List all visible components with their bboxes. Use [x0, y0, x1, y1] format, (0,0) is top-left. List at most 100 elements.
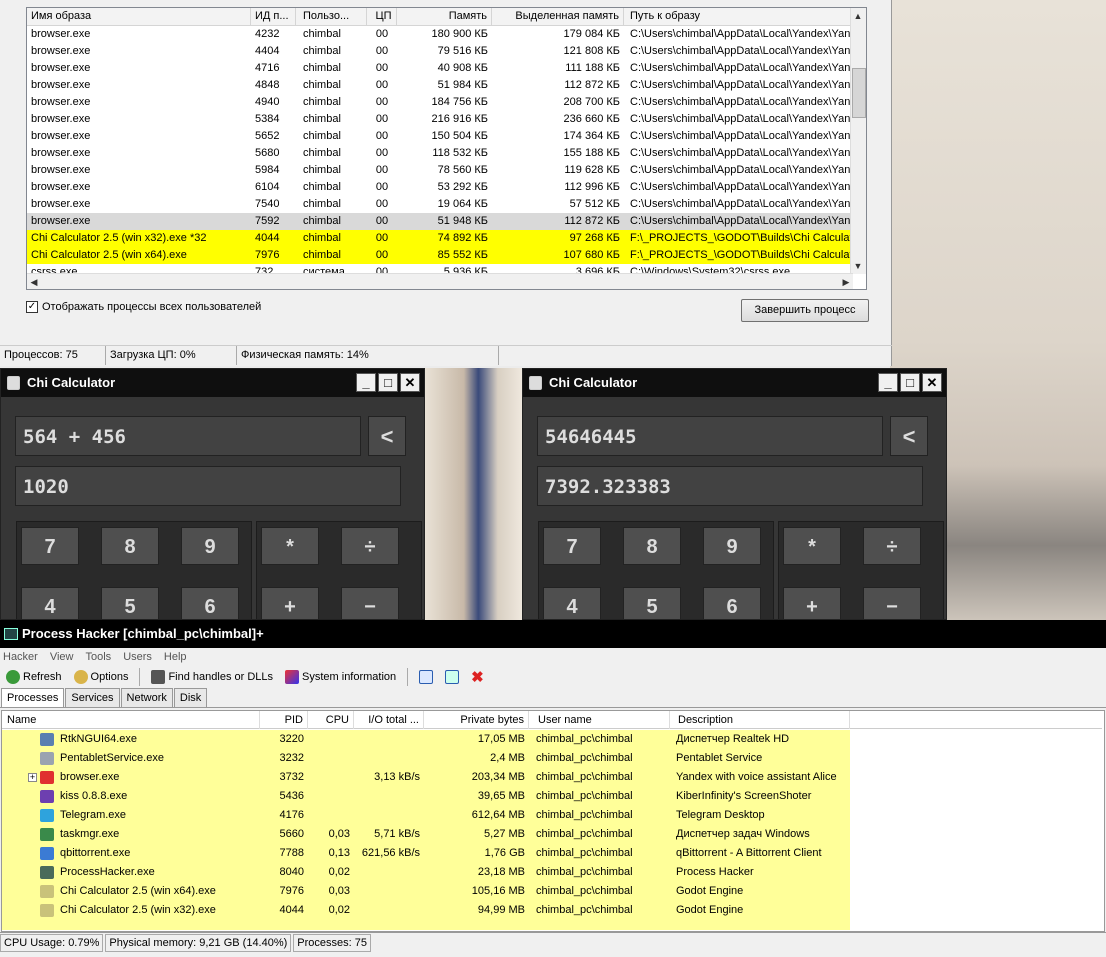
key-plus-button[interactable]: +	[261, 587, 319, 619]
table-row[interactable]: browser.exe 5384 chimbal 00 216 916 КБ 236 66…	[27, 111, 856, 128]
table-row[interactable]: RtkNGUI64.exe 3220 17,05 MB chimbal_pc\chim…	[2, 730, 1102, 749]
maximize-icon[interactable]: □	[378, 373, 398, 392]
go-button[interactable]	[441, 670, 463, 684]
key-7-button[interactable]: 7	[21, 527, 79, 565]
tab-services[interactable]: Services	[65, 688, 120, 707]
table-row[interactable]: taskmgr.exe 5660 0,03 5,71 kB/s 5,27 MB chimb…	[2, 825, 1102, 844]
window-button[interactable]	[415, 670, 437, 684]
maximize-icon[interactable]: □	[900, 373, 920, 392]
tm-col-commit[interactable]: Выделенная память	[492, 8, 624, 26]
end-process-button[interactable]: Завершить процесс	[741, 299, 869, 322]
tm-col-cpu[interactable]: ЦП	[367, 8, 397, 26]
key-plus-button[interactable]: +	[783, 587, 841, 619]
key-6-button[interactable]: 6	[703, 587, 761, 619]
calc-right-input[interactable]: 54646445	[537, 416, 883, 456]
key-divide-button[interactable]: ÷	[341, 527, 399, 565]
scroll-up-icon[interactable]: ▲	[851, 8, 865, 24]
tab-network[interactable]: Network	[120, 688, 173, 707]
tm-col-pid[interactable]: ИД п...	[251, 8, 296, 26]
ph-process-tree[interactable]: Name PID CPU I/O total ... Private bytes…	[1, 710, 1105, 932]
tm-vertical-scrollbar[interactable]: ▲ ▼	[850, 8, 866, 274]
key-5-button[interactable]: 5	[623, 587, 681, 619]
minimize-icon[interactable]: _	[878, 373, 898, 392]
tm-col-name[interactable]: Имя образа	[27, 8, 251, 26]
close-icon[interactable]: ✕	[400, 373, 420, 392]
minimize-icon[interactable]: _	[356, 373, 376, 392]
tm-horizontal-scrollbar[interactable]: ◀ ▶	[27, 273, 853, 289]
table-row[interactable]: browser.exe 7592 chimbal 00 51 948 КБ 112 872…	[27, 213, 856, 230]
table-row[interactable]: PentabletService.exe 3232 2,4 MB chimbal_pc…	[2, 749, 1102, 768]
table-row[interactable]: browser.exe 4232 chimbal 00 180 900 КБ 179 08…	[27, 26, 856, 43]
checkmark-icon[interactable]: ✓	[26, 301, 38, 313]
calc-right-backspace-button[interactable]: <	[890, 416, 928, 456]
key-minus-button[interactable]: −	[863, 587, 921, 619]
ph-col-io[interactable]: I/O total ...	[354, 711, 424, 729]
key-multiply-button[interactable]: *	[261, 527, 319, 565]
table-row[interactable]: browser.exe 7540 chimbal 00 19 064 КБ 57 512 …	[27, 196, 856, 213]
key-8-button[interactable]: 8	[623, 527, 681, 565]
key-multiply-button[interactable]: *	[783, 527, 841, 565]
key-9-button[interactable]: 9	[703, 527, 761, 565]
ph-col-private-bytes[interactable]: Private bytes	[424, 711, 529, 729]
table-row[interactable]: browser.exe 5984 chimbal 00 78 560 КБ 119 628…	[27, 162, 856, 179]
refresh-button[interactable]: Refresh	[2, 670, 66, 684]
menu-view[interactable]: View	[50, 648, 74, 666]
tm-col-memory[interactable]: Память	[397, 8, 492, 26]
show-all-users-checkbox[interactable]: ✓ Отображать процессы всех пользователей	[26, 301, 261, 313]
tm-col-path[interactable]: Путь к образу	[626, 8, 856, 26]
calc-left-titlebar[interactable]: Chi Calculator _ □ ✕	[1, 369, 424, 397]
system-info-button[interactable]: System information	[281, 670, 400, 684]
table-row[interactable]: ProcessHacker.exe 8040 0,02 23,18 MB chimbal…	[2, 863, 1102, 882]
table-row[interactable]: Chi Calculator 2.5 (win x32).exe 4044 0,02…	[2, 901, 1102, 920]
resize-grip-icon[interactable]	[499, 346, 892, 365]
tab-processes[interactable]: Processes	[1, 688, 65, 707]
ph-col-user[interactable]: User name	[533, 711, 670, 729]
table-row[interactable]: qbittorrent.exe 7788 0,13 621,56 kB/s 1,76 G…	[2, 844, 1102, 863]
key-4-button[interactable]: 4	[543, 587, 601, 619]
tm-col-user[interactable]: Пользо...	[299, 8, 367, 26]
find-handles-button[interactable]: Find handles or DLLs	[147, 670, 277, 684]
key-7-button[interactable]: 7	[543, 527, 601, 565]
table-row[interactable]: Telegram.exe 4176 612,64 MB chimbal_pc\chim…	[2, 806, 1102, 825]
table-row[interactable]: browser.exe 5652 chimbal 00 150 504 КБ 174 36…	[27, 128, 856, 145]
options-button[interactable]: Options	[70, 670, 133, 684]
table-row[interactable]: browser.exe 6104 chimbal 00 53 292 КБ 112 996…	[27, 179, 856, 196]
tab-disk[interactable]: Disk	[173, 688, 208, 707]
table-row[interactable]: kiss 0.8.8.exe 5436 39,65 MB chimbal_pc\chi…	[2, 787, 1102, 806]
close-icon[interactable]: ✕	[922, 373, 942, 392]
key-9-button[interactable]: 9	[181, 527, 239, 565]
scroll-thumb[interactable]	[852, 68, 866, 118]
menu-tools[interactable]: Tools	[86, 648, 112, 666]
tm-process-table[interactable]: Имя образа ИД п... Пользо... ЦП Память В…	[26, 7, 867, 290]
key-6-button[interactable]: 6	[181, 587, 239, 619]
menu-hacker[interactable]: Hacker	[3, 648, 38, 666]
table-row[interactable]: Chi Calculator 2.5 (win x64).exe 7976 0,03…	[2, 882, 1102, 901]
key-divide-button[interactable]: ÷	[863, 527, 921, 565]
calc-left-input[interactable]: 564 + 456	[15, 416, 361, 456]
calc-right-titlebar[interactable]: Chi Calculator _ □ ✕	[523, 369, 946, 397]
key-minus-button[interactable]: −	[341, 587, 399, 619]
table-row[interactable]: browser.exe 4716 chimbal 00 40 908 КБ 111 188…	[27, 60, 856, 77]
ph-col-pid[interactable]: PID	[260, 711, 308, 729]
calc-left-backspace-button[interactable]: <	[368, 416, 406, 456]
scroll-down-icon[interactable]: ▼	[851, 258, 865, 274]
ph-col-name[interactable]: Name	[2, 711, 260, 729]
table-row[interactable]: browser.exe 4848 chimbal 00 51 984 КБ 112 872…	[27, 77, 856, 94]
key-4-button[interactable]: 4	[21, 587, 79, 619]
table-row[interactable]: Chi Calculator 2.5 (win x64).exe 7976 chim…	[27, 247, 856, 264]
key-5-button[interactable]: 5	[101, 587, 159, 619]
table-row[interactable]: browser.exe 5680 chimbal 00 118 532 КБ 155 18…	[27, 145, 856, 162]
menu-help[interactable]: Help	[164, 648, 187, 666]
ph-titlebar[interactable]: Process Hacker [chimbal_pc\chimbal]+	[0, 620, 1106, 648]
scroll-right-icon[interactable]: ▶	[839, 274, 853, 289]
ph-col-cpu[interactable]: CPU	[308, 711, 354, 729]
table-row[interactable]: Chi Calculator 2.5 (win x32).exe *32 4044…	[27, 230, 856, 247]
table-row[interactable]: browser.exe 4940 chimbal 00 184 756 КБ 208 70…	[27, 94, 856, 111]
table-row[interactable]: + browser.exe 3732 3,13 kB/s 203,34 MB chimba…	[2, 768, 1102, 787]
ph-col-description[interactable]: Description	[673, 711, 850, 729]
terminate-button[interactable]: ✖	[467, 668, 488, 686]
table-row[interactable]: browser.exe 4404 chimbal 00 79 516 КБ 121 808…	[27, 43, 856, 60]
menu-users[interactable]: Users	[123, 648, 152, 666]
key-8-button[interactable]: 8	[101, 527, 159, 565]
scroll-left-icon[interactable]: ◀	[27, 274, 41, 289]
